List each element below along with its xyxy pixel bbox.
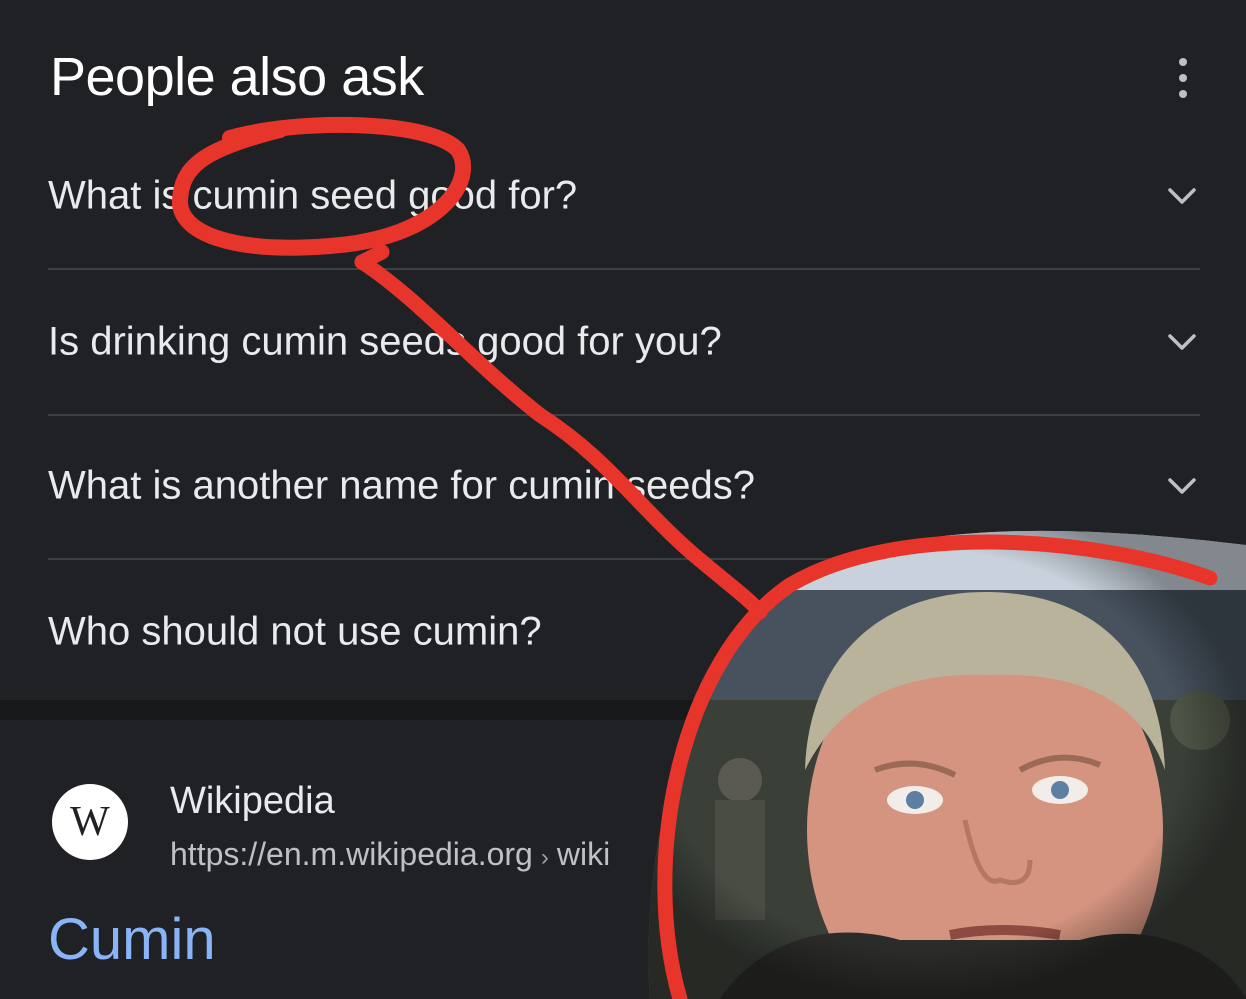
- vertical-dots-icon[interactable]: [1172, 58, 1194, 98]
- question-text: Who should not use cumin?: [48, 609, 542, 654]
- question-text: What is another name for cumin seeds?: [48, 463, 756, 508]
- question-item[interactable]: What is another name for cumin seeds?: [48, 414, 1200, 560]
- result-url: https://en.m.wikipedia.org › wiki: [170, 836, 610, 873]
- result-site-name: Wikipedia: [170, 780, 335, 822]
- search-result-card[interactable]: W Wikipedia https://en.m.wikipedia.org › w…: [0, 720, 1246, 999]
- chevron-down-icon: [1168, 624, 1196, 640]
- question-text: What is cumin seed good for?: [48, 173, 578, 218]
- breadcrumb-separator-icon: ›: [540, 844, 549, 871]
- section-title: People also ask: [50, 47, 424, 107]
- question-item[interactable]: What is cumin seed good for?: [48, 124, 1200, 270]
- chevron-down-icon: [1168, 188, 1196, 204]
- result-url-domain: https://en.m.wikipedia.org: [170, 836, 533, 872]
- question-item[interactable]: Is drinking cumin seeds good for you?: [48, 270, 1200, 416]
- result-url-path: wiki: [556, 836, 611, 872]
- section-divider: [0, 700, 1246, 720]
- question-item[interactable]: Who should not use cumin?: [48, 560, 1200, 704]
- result-title-link[interactable]: Cumin: [48, 906, 216, 973]
- people-also-ask-panel: People also ask What is cumin seed good …: [0, 0, 1246, 700]
- wikipedia-logo-icon: W: [52, 784, 128, 860]
- question-text: Is drinking cumin seeds good for you?: [48, 319, 722, 364]
- chevron-down-icon: [1168, 478, 1196, 494]
- chevron-down-icon: [1168, 334, 1196, 350]
